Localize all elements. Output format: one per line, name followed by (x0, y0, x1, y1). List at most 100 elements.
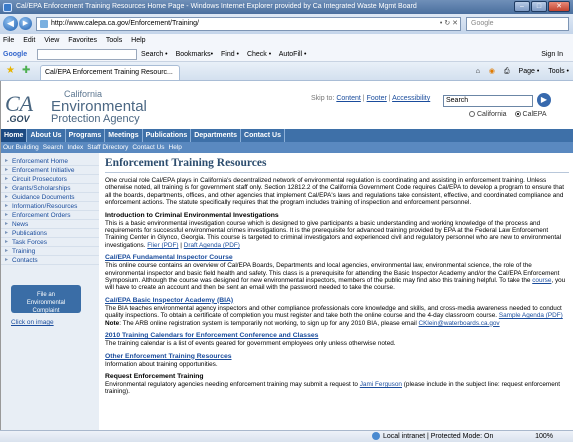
sign-in-link[interactable]: Sign In (541, 47, 563, 61)
badge-line-2: Environmental (26, 300, 66, 306)
skip-label: Skip to: (311, 95, 335, 102)
window-titlebar: Cal/EPA Enforcement Training Resources H… (0, 0, 573, 14)
course-link[interactable]: course (532, 277, 551, 284)
subnav-our-building[interactable]: Our Building (1, 142, 41, 153)
menu-tools[interactable]: Tools (106, 37, 122, 44)
minimize-button[interactable]: – (514, 1, 530, 12)
site-search-go-button[interactable]: ▶ (537, 93, 551, 107)
window-controls: – □ ✕ (514, 1, 570, 12)
fundamental-course-link[interactable]: Cal/EPA Fundamental Inspector Course (105, 254, 569, 261)
menu-favorites[interactable]: Favorites (68, 37, 97, 44)
sidebar-item-enforcement-home[interactable]: Enforcement Home (1, 157, 99, 166)
google-toolbar: Google Search • Bookmarks• Find • Check … (0, 47, 573, 62)
zoom-level[interactable]: 100% (535, 431, 553, 442)
sample-agenda-link[interactable]: Sample Agenda (PDF) (499, 312, 563, 319)
main-nav: Home About Us Programs Meetings Publications… (1, 129, 573, 142)
subnav-help[interactable]: Help (167, 142, 184, 153)
menu-file[interactable]: File (3, 37, 14, 44)
print-icon[interactable]: ⎙ (504, 68, 510, 75)
tab-current-page[interactable]: Cal/EPA Enforcement Training Resourc... (40, 65, 180, 80)
s3-body: The BIA teaches environmental agency ins… (105, 304, 562, 320)
subnav-staff-directory[interactable]: Staff Directory (85, 142, 130, 153)
google-find-button[interactable]: Find • (221, 51, 239, 58)
intro-paragraph: One crucial role Cal/EPA plays in Califo… (105, 177, 564, 207)
feeds-icon[interactable]: ◉ (489, 68, 495, 75)
sidebar-item-news[interactable]: News (1, 220, 99, 229)
tab-row: ★ ✚ Cal/EPA Enforcement Training Resourc… (0, 62, 573, 81)
sidebar-item-task-forces[interactable]: Task Forces (1, 238, 99, 247)
sidebar-item-information[interactable]: Information/Resources (1, 202, 99, 211)
nav-home[interactable]: Home (1, 129, 28, 142)
forward-button[interactable]: ▶ (19, 17, 32, 30)
nav-programs[interactable]: Programs (66, 129, 106, 142)
google-autofill-button[interactable]: AutoFill • (279, 51, 307, 58)
nav-publications[interactable]: Publications (143, 129, 192, 142)
google-search-button[interactable]: Search • (141, 51, 168, 58)
google-search-field[interactable] (37, 48, 138, 60)
request-training-title: Request Enforcement Training (105, 372, 204, 380)
google-bookmarks-button[interactable]: Bookmarks• (176, 51, 213, 58)
nav-departments[interactable]: Departments (191, 129, 242, 142)
file-complaint-badge[interactable]: File an Environmental Complaint (11, 285, 81, 314)
menu-bar: File Edit View Favorites Tools Help (0, 34, 573, 47)
refresh-stop-icons[interactable]: • ↻ ✕ (440, 18, 458, 30)
sidebar-item-enforcement-initiative[interactable]: Enforcement Initiative (1, 166, 99, 175)
subnav-index[interactable]: Index (65, 142, 85, 153)
radio-calepa-label: CalEPA (522, 111, 547, 118)
window-title: Cal/EPA Enforcement Training Resources H… (16, 3, 417, 10)
sidebar-item-grants[interactable]: Grants/Scholarships (1, 184, 99, 193)
sidebar-item-circuit-prosecutors[interactable]: Circuit Prosecutors (1, 175, 99, 184)
page-menu[interactable]: Page • (519, 68, 540, 75)
back-button[interactable]: ◀ (3, 16, 18, 31)
radio-california[interactable] (469, 111, 475, 118)
google-check-button[interactable]: Check • (247, 51, 271, 58)
badge-line-1: File an (36, 292, 55, 298)
tools-menu[interactable]: Tools • (548, 68, 569, 75)
jami-ferguson-link[interactable]: Jami Ferguson (360, 381, 402, 388)
page-title: Enforcement Training Resources (105, 157, 569, 173)
flier-pdf-link[interactable]: Flier (PDF) (147, 242, 178, 249)
nav-meetings[interactable]: Meetings (105, 129, 143, 142)
click-on-image-link[interactable]: Click on image (11, 319, 54, 326)
skip-footer-link[interactable]: Footer (367, 95, 387, 102)
site-search-input[interactable]: Search (443, 95, 533, 107)
other-resources-link[interactable]: Other Enforcement Training Resources (105, 353, 569, 360)
section-bia-text: The BIA teaches environmental agency ins… (105, 305, 569, 327)
basic-inspector-academy-link[interactable]: Cal/EPA Basic Inspector Academy (BIA) (105, 297, 569, 304)
radio-calepa[interactable] (514, 111, 521, 118)
menu-view[interactable]: View (44, 37, 59, 44)
status-bar: Local intranet | Protected Mode: On 100% (0, 430, 573, 442)
skip-accessibility-link[interactable]: Accessibility (392, 95, 430, 102)
sidebar-item-contacts[interactable]: Contacts (1, 256, 99, 265)
google-toolbar-label: Google (3, 51, 28, 58)
subnav-contact-us[interactable]: Contact Us (130, 142, 166, 153)
badge-line-3: Complaint (32, 308, 60, 314)
nav-about-us[interactable]: About Us (27, 129, 66, 142)
menu-help[interactable]: Help (131, 37, 145, 44)
address-bar[interactable]: http://www.calepa.ca.gov/Enforcement/Tra… (36, 17, 461, 31)
add-favorites-icon[interactable]: ✚ (22, 65, 30, 77)
page-icon (40, 20, 48, 28)
search-input[interactable]: Google (466, 17, 569, 31)
zone-text: Local intranet | Protected Mode: On (383, 433, 494, 440)
email-link[interactable]: CKlein@waterboards.ca.gov (419, 320, 500, 327)
skip-content-link[interactable]: Content (336, 95, 361, 102)
sidebar-item-training[interactable]: Training (1, 247, 99, 256)
nav-contact-us[interactable]: Contact Us (241, 129, 285, 142)
close-button[interactable]: ✕ (548, 1, 570, 12)
subnav-search[interactable]: Search (41, 142, 66, 153)
training-calendars-link[interactable]: 2010 Training Calendars for Enforcement … (105, 332, 569, 339)
s2-body: This online course contains an overview … (105, 262, 560, 285)
maximize-button[interactable]: □ (531, 1, 547, 12)
sidebar-item-guidance[interactable]: Guidance Documents (1, 193, 99, 202)
home-icon[interactable]: ⌂ (476, 68, 480, 75)
menu-edit[interactable]: Edit (23, 37, 35, 44)
sidebar-item-orders[interactable]: Enforcement Orders (1, 211, 99, 220)
security-zone[interactable]: Local intranet | Protected Mode: On (372, 431, 493, 442)
logo-protection-agency: Protection Agency (51, 113, 140, 125)
favorites-star-icon[interactable]: ★ (6, 65, 15, 77)
draft-agenda-link[interactable]: Draft Agenda (PDF) (184, 242, 240, 249)
section-criminal-investigations-title: Introduction to Criminal Environmental I… (105, 211, 279, 219)
main-content: Enforcement Training Resources One cruci… (105, 153, 569, 430)
sidebar-item-publications[interactable]: Publications (1, 229, 99, 238)
